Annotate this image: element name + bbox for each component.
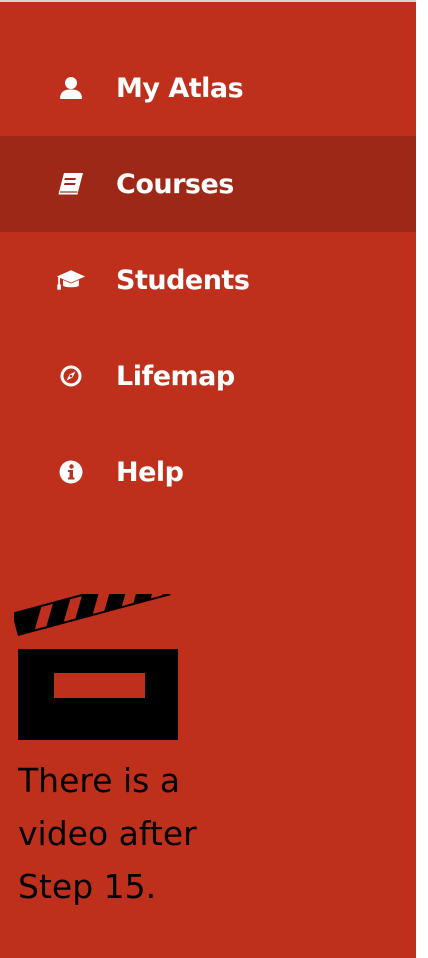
book-icon xyxy=(56,169,86,199)
sidebar-item-my-atlas[interactable]: My Atlas xyxy=(0,40,416,136)
clapperboard-icon xyxy=(11,571,180,742)
user-icon xyxy=(56,73,86,103)
graduation-cap-icon xyxy=(56,265,86,295)
sidebar-item-help[interactable]: Help xyxy=(0,424,416,520)
video-note-line: Step 15. xyxy=(18,867,157,906)
sidebar-nav: My Atlas Courses Students Lifemap Help xyxy=(0,40,416,520)
sidebar-item-label: Lifemap xyxy=(116,360,235,392)
sidebar-item-label: My Atlas xyxy=(116,72,244,104)
sidebar-item-students[interactable]: Students xyxy=(0,232,416,328)
compass-icon xyxy=(56,361,86,391)
info-circle-icon xyxy=(56,457,86,487)
sidebar-item-label: Students xyxy=(116,264,250,296)
video-note-line: video after xyxy=(18,814,197,853)
video-note: There is a video after Step 15. xyxy=(18,754,278,913)
sidebar-item-label: Courses xyxy=(116,168,234,200)
sidebar-item-courses[interactable]: Courses xyxy=(0,136,416,232)
sidebar-item-lifemap[interactable]: Lifemap xyxy=(0,328,416,424)
sidebar: My Atlas Courses Students Lifemap Help T… xyxy=(0,0,416,958)
sidebar-item-label: Help xyxy=(116,456,184,488)
video-note-line: There is a xyxy=(18,761,181,800)
